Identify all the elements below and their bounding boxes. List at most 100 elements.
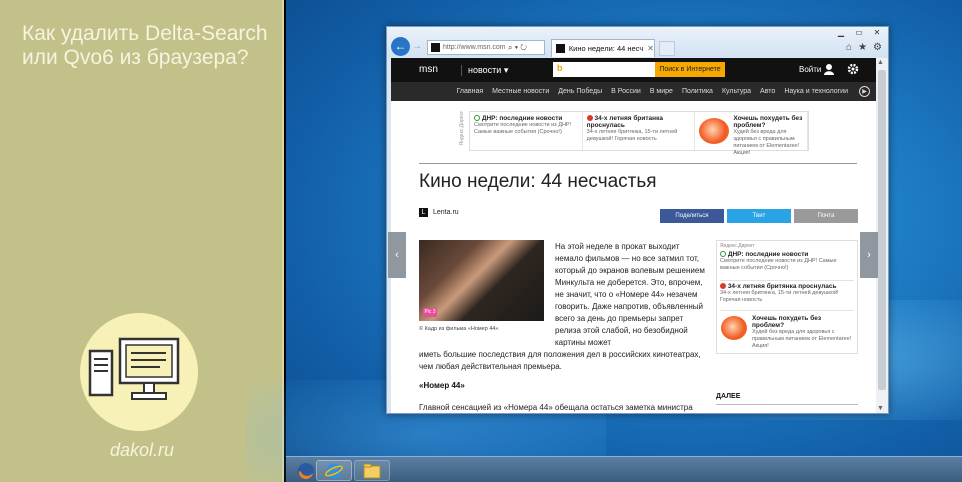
source-name[interactable]: Lenta.ru xyxy=(433,209,459,216)
folder-taskbar-icon[interactable] xyxy=(354,460,390,481)
article-paragraph: Главной сенсацией из «Номера 44» обещала… xyxy=(419,403,693,412)
nav-item[interactable]: Главная xyxy=(456,88,483,95)
bing-icon: b xyxy=(557,63,563,73)
image-caption: © Кадр из фильма «Номер 44» xyxy=(419,326,499,332)
red-dot-icon xyxy=(720,283,726,289)
sidebar-ad[interactable]: Хочешь похудеть без проблем? Худей без в… xyxy=(720,313,854,353)
minimize-button[interactable]: ▁ xyxy=(834,28,848,37)
taskbar xyxy=(286,456,962,482)
scroll-down-icon[interactable]: ▼ xyxy=(877,405,884,412)
ad-text: 34-х летняя бритянка, 15-ти летней девуш… xyxy=(586,129,678,142)
tab-favicon-icon xyxy=(556,44,565,53)
msn-favicon-icon xyxy=(431,43,440,52)
section-label: новости xyxy=(468,65,502,75)
msn-header: msn новости ▾ b Поиск в Интернете Войти xyxy=(391,58,876,82)
address-bar[interactable]: http://www.msn.com/ru-ru ⌕ ▾ ↻ xyxy=(427,40,545,55)
nav-item[interactable]: Политика xyxy=(682,88,713,95)
favorites-star-icon[interactable]: ★ xyxy=(858,42,867,53)
back-button[interactable]: ← xyxy=(391,37,410,56)
ad-title: 34-х летняя бритянка проснулась xyxy=(720,283,854,290)
ad-bar: ДНР: последние новости Смотрите последни… xyxy=(469,111,809,156)
scroll-thumb[interactable] xyxy=(878,70,886,390)
forward-button[interactable]: → xyxy=(412,41,422,52)
ad-text: Смотрите последние новости из ДНР! Самые… xyxy=(720,258,837,271)
ad-title: ДНР: последние новости xyxy=(720,251,854,258)
nav-item[interactable]: Местные новости xyxy=(492,88,549,95)
image-badge: Pic 3 xyxy=(423,308,437,317)
article-paragraph: На этой неделе в прокат выходит немало ф… xyxy=(555,242,705,347)
divider xyxy=(419,163,857,164)
ad-title: Хочешь похудеть без проблем? xyxy=(752,315,822,329)
new-tab-button[interactable] xyxy=(659,41,675,56)
divider xyxy=(716,404,858,405)
ad-title: 34-х летняя британка проснулась xyxy=(586,115,691,129)
nav-item[interactable]: В мире xyxy=(650,88,673,95)
carousel-prev-arrow[interactable]: ‹ xyxy=(388,232,406,278)
ad-title-text: 34-х летняя британка проснулась xyxy=(586,115,663,129)
article-subhead: «Номер 44» xyxy=(419,381,465,390)
home-icon[interactable]: ⌂ xyxy=(846,42,852,53)
address-text: http://www.msn.com/ru-ru xyxy=(443,44,505,51)
green-dot-icon xyxy=(720,251,726,257)
msn-nav: Главная Местные новости День Победы В Ро… xyxy=(391,82,876,101)
browser-chrome: ▁ ▭ ✕ ← → http://www.msn.com/ru-ru ⌕ ▾ ↻… xyxy=(387,27,888,57)
more-heading[interactable]: ДАЛЕЕ xyxy=(716,393,740,400)
ad-text-block: Хочешь похудеть без проблем? Худей без в… xyxy=(733,115,803,157)
grapefruit-image xyxy=(721,316,747,340)
restore-button[interactable]: ▭ xyxy=(852,28,866,37)
tab-active[interactable]: Кино недели: 44 несчастья ✕ xyxy=(551,39,655,57)
share-facebook-button[interactable]: Поделиться xyxy=(660,209,724,223)
search-button[interactable]: Поиск в Интернете xyxy=(655,62,725,77)
page-content: Яндекс.Директ ДНР: последние новости Смо… xyxy=(391,101,876,413)
nav-item[interactable]: День Победы xyxy=(558,88,602,95)
promo-title: Как удалить Delta-Search или Qvo6 из бра… xyxy=(22,22,268,69)
computer-logo-icon xyxy=(80,313,198,431)
article-image[interactable]: Pic 3 xyxy=(419,240,544,321)
nav-item[interactable]: Наука и технологии xyxy=(784,88,848,95)
share-twitter-button[interactable]: Твит xyxy=(727,209,791,223)
ad-text: Смотрите последние новости из ДНР! Самые… xyxy=(474,122,572,135)
browser-window: ▁ ▭ ✕ ← → http://www.msn.com/ru-ru ⌕ ▾ ↻… xyxy=(386,26,889,414)
ad-text: Худей без вреда для здоровья с правильны… xyxy=(752,329,852,349)
site-name: dakol.ru xyxy=(109,440,175,460)
nav-item[interactable]: Культура xyxy=(722,88,751,95)
user-icon[interactable] xyxy=(823,63,835,75)
ad-text: Худей без вреда для здоровья с правильны… xyxy=(733,129,800,156)
news-section-menu[interactable]: новости ▾ xyxy=(461,65,508,76)
screen: Как удалить Delta-Search или Qvo6 из бра… xyxy=(0,0,962,482)
ad-text: 34-х летняя бритянка, 15-ти летней девуш… xyxy=(720,290,839,303)
tab-close-icon[interactable]: ✕ xyxy=(647,44,654,53)
browser-toolbar-icons: ⌂ ★ ⚙ xyxy=(846,42,882,53)
ad-title: Хочешь похудеть без проблем? xyxy=(733,115,803,129)
share-label: Поделиться xyxy=(675,213,709,219)
carousel-next-arrow[interactable]: › xyxy=(860,232,878,278)
grapefruit-image xyxy=(699,118,730,144)
nav-item[interactable]: В России xyxy=(611,88,641,95)
share-mail-button[interactable]: Почта xyxy=(794,209,858,223)
scroll-up-icon[interactable]: ▲ xyxy=(877,59,884,66)
ad-item[interactable]: Хочешь похудеть без проблем? Худей без в… xyxy=(695,112,809,156)
article-title: Кино недели: 44 несчастья xyxy=(419,171,657,192)
gear-icon[interactable] xyxy=(847,63,859,75)
close-button[interactable]: ✕ xyxy=(870,28,884,37)
ad-text-block: Хочешь похудеть без проблем? Худей без в… xyxy=(752,315,852,350)
share-label: Твит xyxy=(752,213,766,219)
article-paragraph: иметь большие последствия для положения … xyxy=(419,350,701,371)
red-dot-icon xyxy=(586,115,593,121)
ad-title-text: ДНР: последние новости xyxy=(727,251,809,258)
search-refresh-icon[interactable]: ⌕ ▾ ↻ xyxy=(508,43,527,53)
play-icon[interactable]: ▶ xyxy=(859,86,870,97)
msn-logo[interactable]: msn xyxy=(419,64,438,75)
search-input[interactable]: b Поиск в Интернете xyxy=(553,62,725,77)
sidebar-ads: Яндекс.Директ ДНР: последние новости Смо… xyxy=(716,240,858,354)
source-logo-icon: L xyxy=(419,208,428,217)
settings-gear-icon[interactable]: ⚙ xyxy=(873,42,882,53)
ad-item[interactable]: 34-х летняя британка проснулась 34-х лет… xyxy=(583,112,696,150)
sidebar-ad[interactable]: ДНР: последние новости Смотрите последни… xyxy=(720,251,854,281)
ie-taskbar-icon[interactable] xyxy=(316,460,352,481)
nav-item[interactable]: Авто xyxy=(760,88,775,95)
sidebar-ad[interactable]: 34-х летняя бритянка проснулась 34-х лет… xyxy=(720,283,854,311)
promo-panel: Как удалить Delta-Search или Qvo6 из бра… xyxy=(0,0,284,482)
ad-item[interactable]: ДНР: последние новости Смотрите последни… xyxy=(470,112,583,150)
signin-link[interactable]: Войти xyxy=(799,65,821,74)
